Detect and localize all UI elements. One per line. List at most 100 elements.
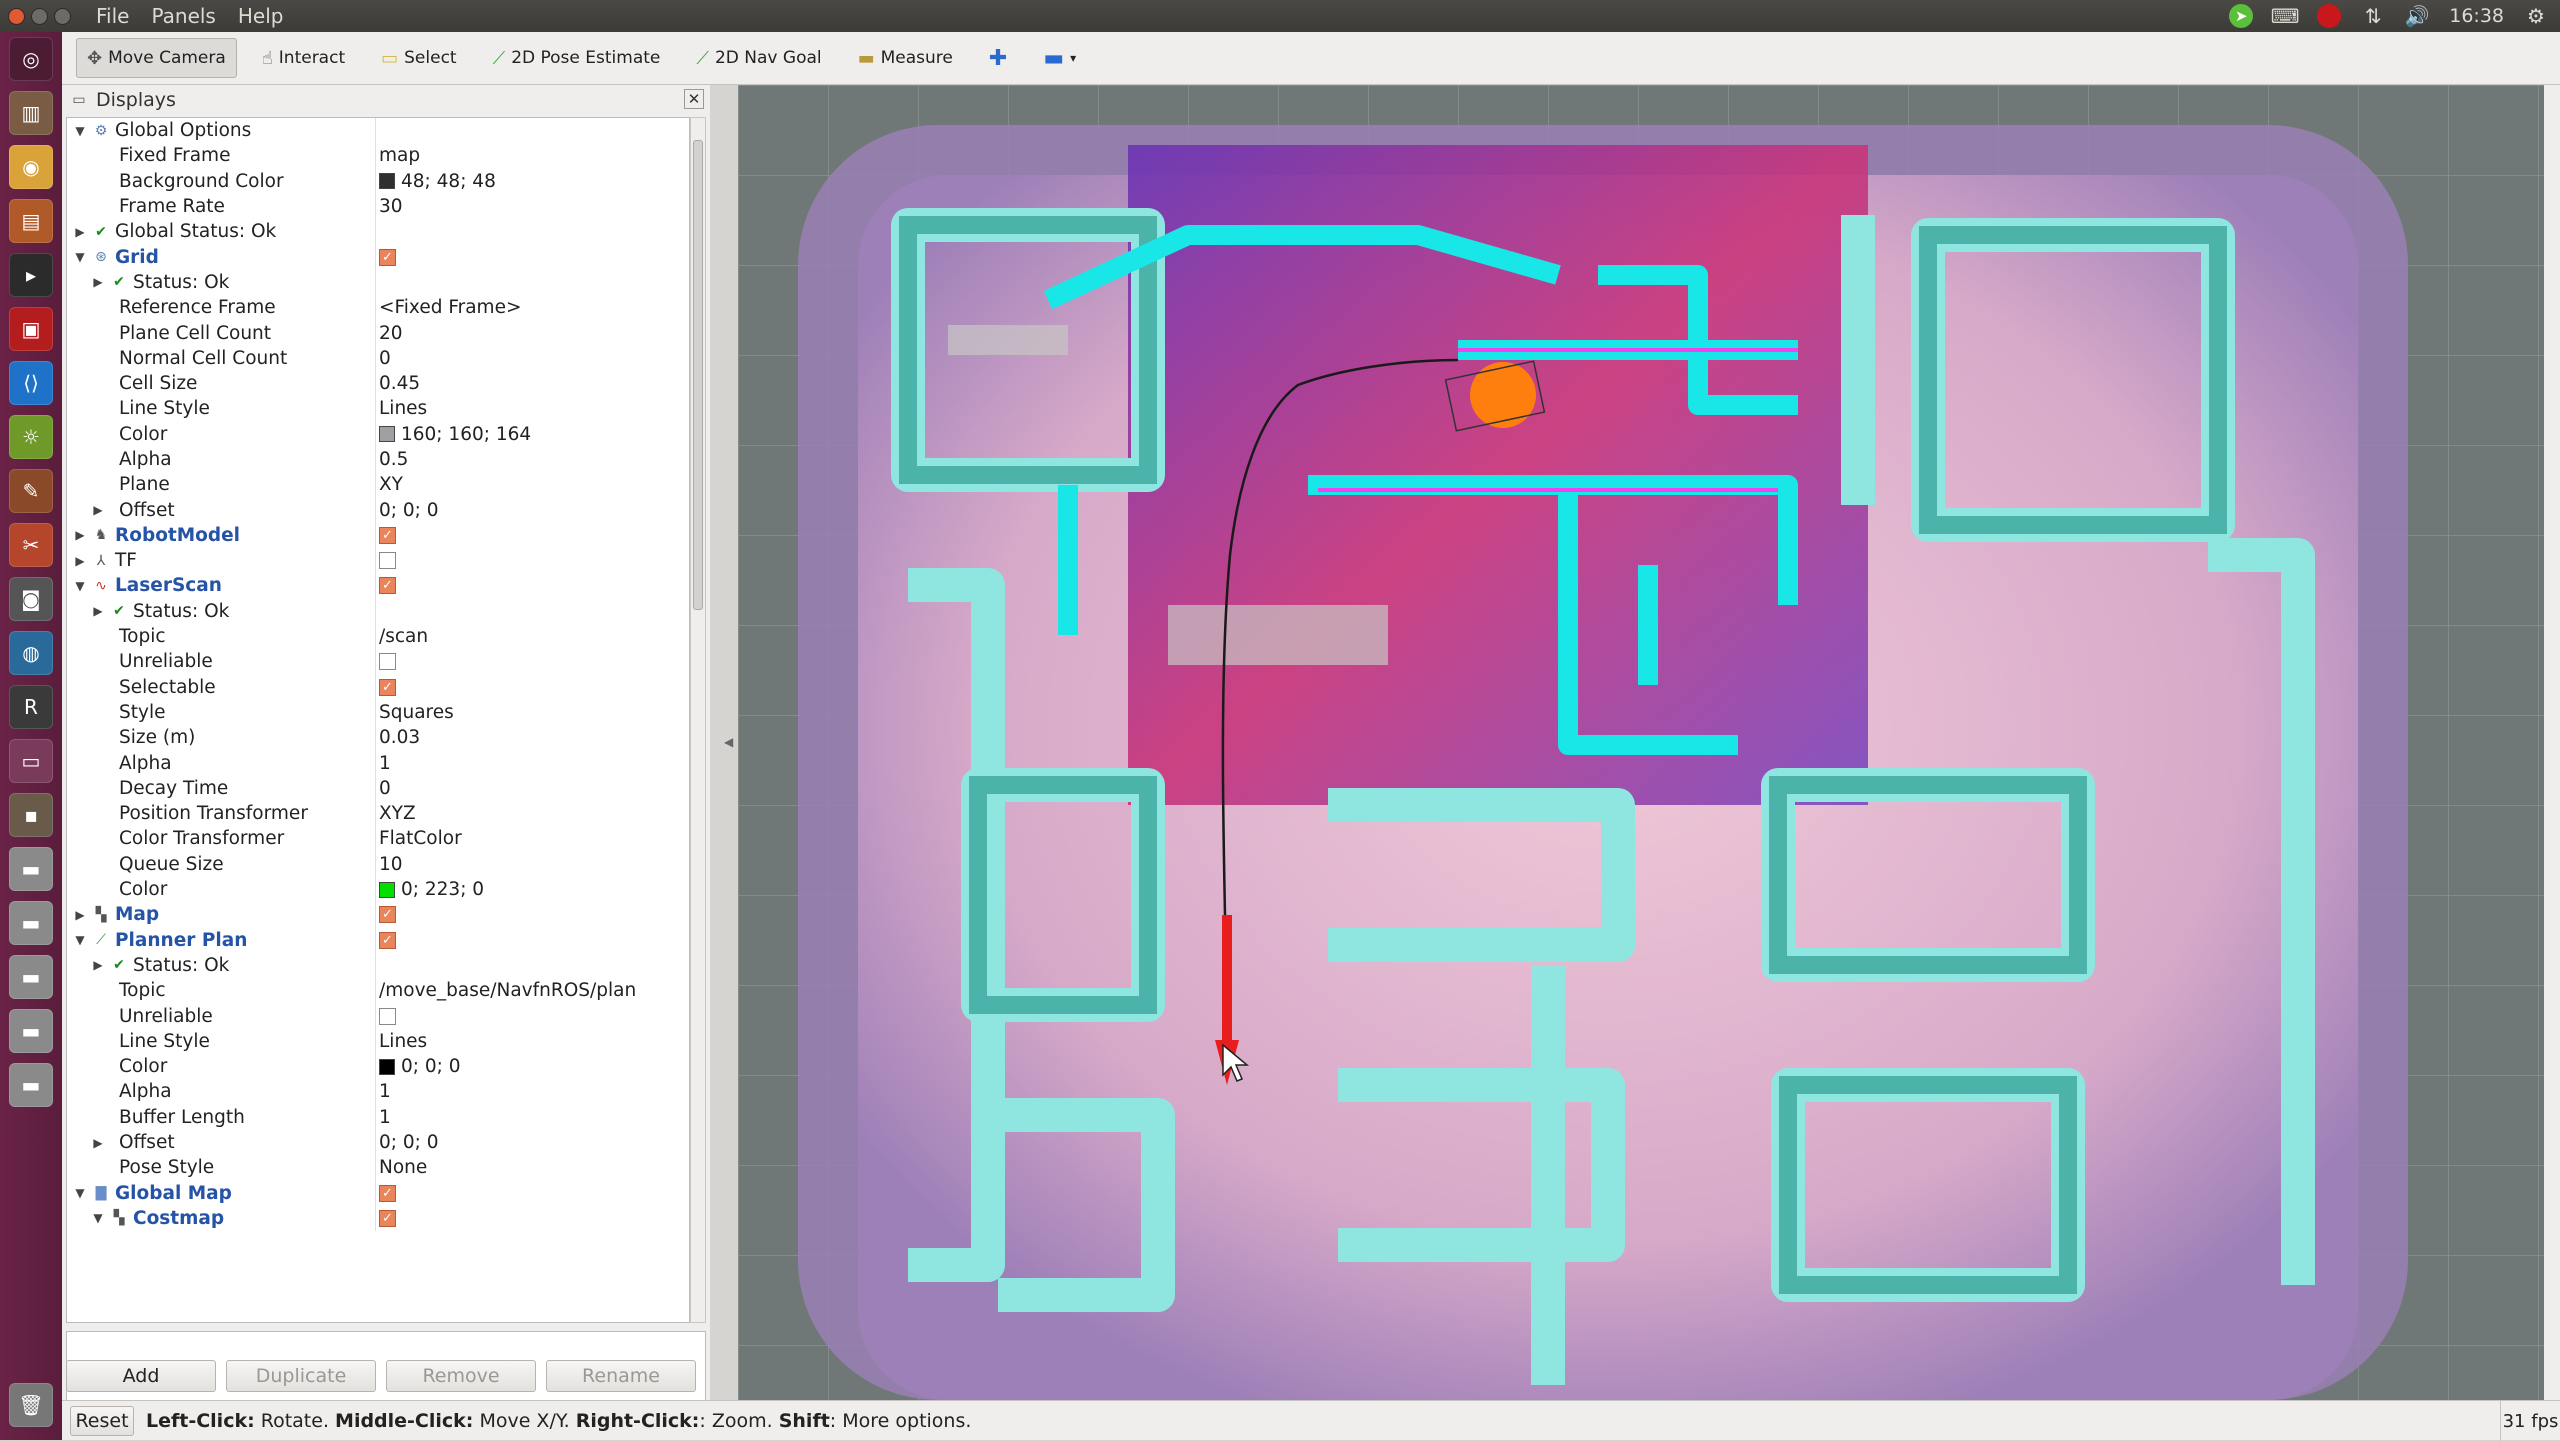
usb-drive-icon[interactable]: ▪ <box>9 793 53 837</box>
tree-row[interactable]: Plane XY <box>67 472 689 498</box>
tree-row[interactable]: ▶ ✔ Status: Ok <box>67 269 689 296</box>
tree-row[interactable]: ▼ ⚙ Global Options <box>67 118 689 144</box>
network-icon[interactable]: ⇅ <box>2361 4 2385 28</box>
tree-row[interactable]: Alpha 0.5 <box>67 446 689 473</box>
tree-row[interactable]: ▼ ▇ Global Map ✓ <box>67 1180 689 1206</box>
select-tool[interactable]: ▭ Select <box>370 38 467 78</box>
add-tool-button[interactable]: ✚ <box>978 38 1018 78</box>
tree-row[interactable]: Decay Time 0 <box>67 775 689 802</box>
property-value[interactable]: Lines <box>379 398 427 419</box>
menu-file[interactable]: File <box>96 4 129 28</box>
property-value[interactable]: 0 <box>379 348 391 369</box>
expand-arrow-open-icon[interactable]: ▼ <box>73 250 87 264</box>
property-value[interactable]: 0.45 <box>379 373 420 394</box>
property-value[interactable]: ✓ <box>379 931 396 949</box>
tree-row[interactable]: ▶ ▚ Map ✓ <box>67 902 689 928</box>
record-icon[interactable] <box>2317 4 2342 28</box>
property-value[interactable]: 48; 48; 48 <box>379 171 496 192</box>
tree-row[interactable]: Alpha 1 <box>67 750 689 776</box>
checkbox-unchecked[interactable] <box>379 1007 396 1025</box>
scrollbar-thumb[interactable] <box>693 140 703 610</box>
property-value[interactable]: /scan <box>379 626 428 647</box>
tree-row[interactable]: Line Style Lines <box>67 396 689 422</box>
tree-row[interactable]: Selectable ✓ <box>67 674 689 700</box>
tree-row[interactable]: Color 0; 0; 0 <box>67 1053 689 1080</box>
pose-estimate-tool[interactable]: ⟋ 2D Pose Estimate <box>482 38 672 78</box>
checkbox-checked[interactable]: ✓ <box>379 248 396 266</box>
interact-tool[interactable]: ☝ Interact <box>251 38 356 78</box>
vscode-icon[interactable]: ⟨⟩ <box>9 361 53 405</box>
tree-row[interactable]: Plane Cell Count 20 <box>67 320 689 346</box>
dash-home-icon[interactable]: ◎ <box>9 37 53 81</box>
trash-icon[interactable]: 🗑 <box>9 1383 53 1427</box>
expand-arrow-closed-icon[interactable]: ▶ <box>91 503 105 517</box>
text-editor-icon[interactable]: ▤ <box>9 199 53 243</box>
keyboard-icon[interactable]: ⌨ <box>2271 4 2300 28</box>
expand-arrow-closed-icon[interactable]: ▶ <box>73 554 87 568</box>
tree-row[interactable]: Size (m) 0.03 <box>67 725 689 751</box>
volume-icon[interactable]: 🔊 <box>2405 4 2430 28</box>
expand-arrow-closed-icon[interactable]: ▶ <box>91 1136 105 1150</box>
tree-row[interactable]: ▼ ▚ Costmap ✓ <box>67 1205 689 1232</box>
tree-row[interactable]: Color Transformer FlatColor <box>67 826 689 852</box>
tree-row[interactable]: Fixed Frame map <box>67 143 689 169</box>
property-value[interactable]: 0.03 <box>379 727 420 748</box>
property-value[interactable]: None <box>379 1157 427 1178</box>
tree-row[interactable]: Color 160; 160; 164 <box>67 421 689 447</box>
property-value[interactable]: 0; 0; 0 <box>379 500 439 521</box>
property-value[interactable]: ✓ <box>379 526 396 544</box>
clock[interactable]: 16:38 <box>2449 5 2504 27</box>
tree-row[interactable]: ▼ ⟋ Planner Plan ✓ <box>67 927 689 953</box>
tree-row[interactable]: Style Squares <box>67 699 689 726</box>
property-value[interactable]: 1 <box>379 753 391 774</box>
tree-row[interactable]: Unreliable <box>67 649 689 675</box>
property-value[interactable]: Lines <box>379 1031 427 1052</box>
minimize-window-button[interactable] <box>31 7 48 25</box>
tree-row[interactable]: Topic/scan <box>67 623 689 650</box>
expand-arrow-closed-icon[interactable]: ▶ <box>73 908 87 922</box>
property-value[interactable]: Squares <box>379 702 454 723</box>
expand-arrow-open-icon[interactable]: ▼ <box>91 1211 105 1225</box>
property-value[interactable]: XY <box>379 474 403 495</box>
expand-arrow-closed-icon[interactable]: ▶ <box>91 958 105 972</box>
checkbox-checked[interactable]: ✓ <box>379 526 396 544</box>
tree-row[interactable]: ▼ ∿ LaserScan ✓ <box>67 573 689 599</box>
expand-arrow-open-icon[interactable]: ▼ <box>73 124 87 138</box>
tree-row[interactable]: ▶ ⅄ TF <box>67 548 689 574</box>
checkbox-unchecked[interactable] <box>379 552 396 570</box>
property-value[interactable] <box>379 1007 396 1025</box>
drive-icon[interactable]: ▬ <box>9 1063 53 1107</box>
tree-row[interactable]: ▶ ✔ Status: Ok <box>67 952 689 979</box>
color-swatch[interactable] <box>379 881 395 898</box>
checkbox-unchecked[interactable] <box>379 653 396 671</box>
property-value[interactable]: 1 <box>379 1107 391 1128</box>
property-value[interactable]: 20 <box>379 323 403 344</box>
move-camera-tool[interactable]: ✥ Move Camera <box>76 38 237 78</box>
property-value[interactable]: 10 <box>379 854 403 875</box>
measure-tool[interactable]: ▬ Measure <box>847 38 964 78</box>
remove-tool-button[interactable]: ▬ ▾ <box>1032 38 1087 78</box>
expand-arrow-closed-icon[interactable]: ▶ <box>73 225 87 239</box>
color-swatch[interactable] <box>379 426 395 443</box>
checkbox-checked[interactable]: ✓ <box>379 678 396 696</box>
drive-icon[interactable]: ▬ <box>9 847 53 891</box>
tree-row[interactable]: ▶ Offset 0; 0; 0 <box>67 497 689 523</box>
property-value[interactable]: ✓ <box>379 248 396 266</box>
tree-row[interactable]: Unreliable <box>67 1003 689 1029</box>
property-value[interactable]: XYZ <box>379 803 416 824</box>
tree-row[interactable]: Normal Cell Count 0 <box>67 345 689 371</box>
close-panel-button[interactable]: ✕ <box>684 89 704 109</box>
chrome-icon[interactable]: ◉ <box>9 145 53 189</box>
drive-icon[interactable]: ▬ <box>9 955 53 999</box>
presentation-icon[interactable]: ▣ <box>9 307 53 351</box>
property-value[interactable]: 1 <box>379 1081 391 1102</box>
expand-arrow-closed-icon[interactable]: ▶ <box>91 604 105 618</box>
checkbox-checked[interactable]: ✓ <box>379 577 396 595</box>
expand-arrow-open-icon[interactable]: ▼ <box>73 933 87 947</box>
property-value[interactable]: ✓ <box>379 678 396 696</box>
tree-row[interactable]: Queue Size 10 <box>67 851 689 877</box>
3d-viewport[interactable] <box>738 85 2544 1400</box>
property-value[interactable]: 0; 0; 0 <box>379 1132 439 1153</box>
tree-row[interactable]: Buffer Length 1 <box>67 1104 689 1130</box>
menu-panels[interactable]: Panels <box>151 4 215 28</box>
